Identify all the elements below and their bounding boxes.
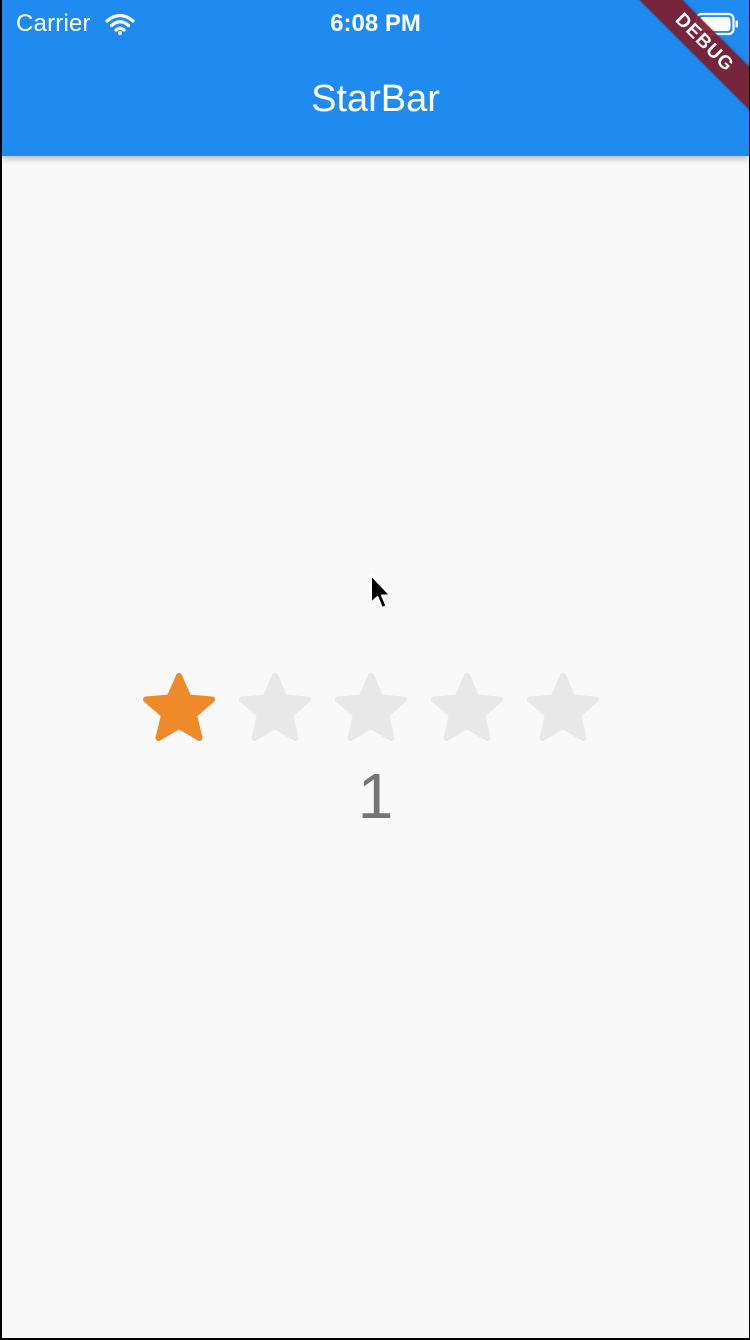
star-5[interactable] — [526, 672, 622, 746]
star-3[interactable] — [334, 672, 430, 746]
main-content: 1 — [2, 156, 749, 1338]
mouse-pointer-icon — [370, 574, 392, 609]
star-icon — [143, 673, 215, 741]
status-bar: Carrier 6:08 PM — [2, 0, 749, 48]
star-rating-bar[interactable] — [142, 672, 622, 746]
star-2[interactable] — [238, 672, 334, 746]
star-icon — [239, 673, 311, 741]
page-title: StarBar — [311, 78, 440, 120]
clock: 6:08 PM — [330, 10, 421, 37]
star-icon — [431, 673, 503, 741]
app-screen: Carrier 6:08 PM StarBar DEBUG 1 — [0, 0, 750, 1340]
star-icon — [527, 673, 599, 741]
rating-value: 1 — [357, 760, 394, 832]
app-bar: Carrier 6:08 PM StarBar — [2, 0, 749, 156]
battery-icon — [695, 12, 738, 36]
star-icon — [335, 673, 407, 741]
star-1[interactable] — [142, 672, 238, 746]
star-4[interactable] — [430, 672, 526, 746]
